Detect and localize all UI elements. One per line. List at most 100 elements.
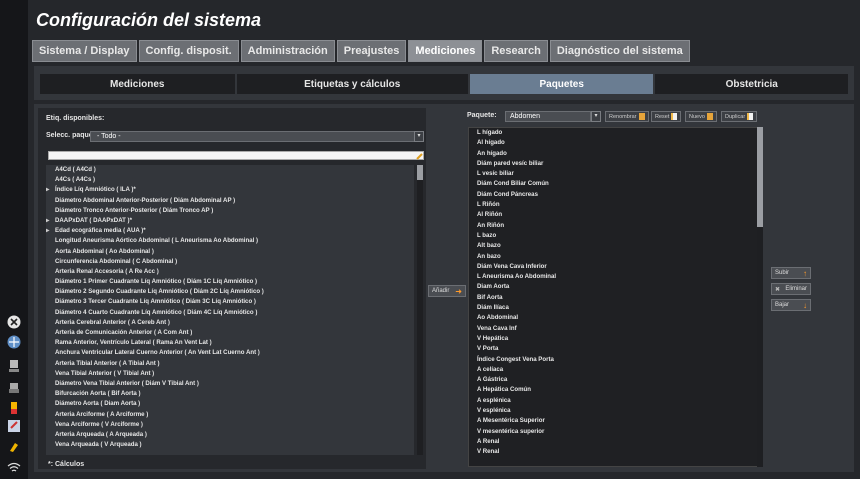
move-down-button[interactable]: Bajar ↓ — [771, 299, 811, 311]
list-item[interactable]: Ao Abdominal — [469, 313, 757, 323]
list-item[interactable]: Diámetro Tronco Anterior-Posterior ( Diá… — [46, 206, 414, 216]
list-item[interactable]: Alt bazo — [469, 241, 757, 251]
subtab-mediciones[interactable]: Mediciones — [40, 74, 235, 94]
new-button-label: Nuevo — [689, 113, 705, 120]
list-item[interactable]: Vena Tibial Anterior ( V Tibial Ant ) — [46, 369, 414, 379]
printer-icon[interactable] — [6, 380, 22, 396]
package-filter-select[interactable]: - Todo - — [90, 131, 415, 142]
list-item[interactable]: Diám Cond Páncreas — [469, 190, 757, 200]
list-item[interactable]: L bazo — [469, 231, 757, 241]
list-item[interactable]: A esplénica — [469, 396, 757, 406]
list-item[interactable]: Vena Cava Inf — [469, 324, 757, 334]
list-item[interactable]: Diám Vena Cava Inferior — [469, 262, 757, 272]
tab-sistema-display[interactable]: Sistema / Display — [32, 40, 137, 62]
tab-research[interactable]: Research — [484, 40, 548, 62]
new-button[interactable]: Nuevo — [685, 111, 717, 122]
left-scrollbar[interactable] — [417, 165, 423, 455]
list-item[interactable]: A celíaca — [469, 365, 757, 375]
tab-config-disposit[interactable]: Config. disposit. — [138, 40, 239, 62]
list-item[interactable]: Arteria Renal Accesoria ( A Re Acc ) — [46, 267, 414, 277]
subtab-bar: Mediciones Etiquetas y cálculos Paquetes… — [34, 66, 854, 100]
list-item[interactable]: An bazo — [469, 252, 757, 262]
list-item[interactable]: V mesentérica superior — [469, 427, 757, 437]
left-scroll-thumb[interactable] — [417, 165, 423, 180]
list-item[interactable]: Arteria de Comunicación Anterior ( A Com… — [46, 328, 414, 338]
add-button[interactable]: Añadir ➜ — [428, 285, 466, 297]
list-item[interactable]: Diámetro Vena Tibial Anterior ( Diám V T… — [46, 379, 414, 389]
list-item[interactable]: An Riñón — [469, 221, 757, 231]
network-icon[interactable] — [6, 334, 22, 350]
list-item[interactable]: Circunferencia Abdominal ( C Abdominal ) — [46, 257, 414, 267]
list-item[interactable]: A4Cd ( A4Cd ) — [46, 165, 414, 175]
list-item[interactable]: Diám Cond Biliar Común — [469, 179, 757, 189]
user-icon[interactable] — [6, 358, 22, 374]
list-item[interactable]: Arteria Arciforme ( A Arciforme ) — [46, 410, 414, 420]
list-item[interactable]: Arteria Tibial Anterior ( A Tibial Ant ) — [46, 359, 414, 369]
list-item[interactable]: Rama Anterior, Ventrículo Lateral ( Rama… — [46, 338, 414, 348]
close-icon[interactable] — [6, 314, 22, 330]
list-item[interactable]: Diámetro 3 Tercer Cuadrante Líq Amniótic… — [46, 297, 414, 307]
list-item[interactable]: Diámetro 4 Cuarto Cuadrante Líq Amniótic… — [46, 308, 414, 318]
list-item[interactable]: Arteria Cerebral Anterior ( A Cereb Ant … — [46, 318, 414, 328]
list-item[interactable]: Índice Congest Vena Porta — [469, 355, 757, 365]
brush-icon[interactable] — [6, 438, 22, 454]
list-item[interactable]: L Aneurisma Ao Abdominal — [469, 272, 757, 282]
duplicate-button[interactable]: Duplicar — [721, 111, 758, 122]
tab-mediciones[interactable]: Mediciones — [408, 40, 483, 62]
right-scroll-thumb[interactable] — [757, 127, 763, 227]
chevron-down-icon[interactable]: ▾ — [591, 111, 601, 122]
list-item[interactable]: A Mesentérica Superior — [469, 416, 757, 426]
tab-preajustes[interactable]: Preajustes — [336, 40, 407, 62]
list-item[interactable]: A Gástrica — [469, 375, 757, 385]
export-icon[interactable] — [6, 418, 22, 434]
list-item[interactable]: Diam Aorta — [469, 282, 757, 292]
list-item[interactable]: Anchura Ventricular Lateral Cuerno Anter… — [46, 348, 414, 358]
list-item[interactable]: Aorta Abdominal ( Ao Abdominal ) — [46, 247, 414, 257]
list-item[interactable]: Edad ecográfica media ( AUA )* — [46, 226, 414, 236]
chevron-down-icon[interactable]: ▾ — [414, 131, 424, 142]
list-item[interactable]: Diám pared vesíc biliar — [469, 159, 757, 169]
list-item[interactable]: A Hepática Común — [469, 385, 757, 395]
list-item[interactable]: Índice Líq Amniótico ( ILA )* — [46, 185, 414, 195]
list-item[interactable]: L vesíc biliar — [469, 169, 757, 179]
list-item[interactable]: V Porta — [469, 344, 757, 354]
list-item[interactable]: L hígado — [469, 128, 757, 138]
tab-diagnostico[interactable]: Diagnóstico del sistema — [549, 40, 690, 62]
list-item[interactable]: Bif Aorta — [469, 293, 757, 303]
move-up-button[interactable]: Subir ↑ — [771, 267, 811, 279]
list-item[interactable]: Arteria Arqueada ( A Arqueada ) — [46, 430, 414, 440]
subtab-paquetes[interactable]: Paquetes — [469, 74, 654, 94]
tab-administracion[interactable]: Administración — [240, 40, 335, 62]
subtab-etiquetas[interactable]: Etiquetas y cálculos — [236, 74, 468, 94]
list-item[interactable]: Diámetro Aorta ( Diam Aorta ) — [46, 399, 414, 409]
list-item[interactable]: A Renal — [469, 437, 757, 447]
list-item[interactable]: V Hepática — [469, 334, 757, 344]
rename-button[interactable]: Renombrar — [605, 111, 649, 122]
list-item[interactable]: Diámetro 2 Segundo Cuadrante Líq Amnióti… — [46, 287, 414, 297]
package-select[interactable]: Abdomen — [505, 111, 591, 122]
list-item[interactable]: V Renal — [469, 447, 757, 457]
list-item[interactable]: A4Cs ( A4Cs ) — [46, 175, 414, 185]
move-down-label: Bajar — [775, 302, 790, 308]
list-item[interactable]: Vena Arqueada ( V Arqueada ) — [46, 440, 414, 450]
list-item[interactable]: DAAPxDAT ( DAAPxDAT )* — [46, 216, 414, 226]
list-item[interactable]: Bifurcación Aorta ( Bif Aorta ) — [46, 389, 414, 399]
reset-button[interactable]: Reset — [651, 111, 682, 122]
list-item[interactable]: Al Riñón — [469, 210, 757, 220]
available-labels-list[interactable]: A4Cd ( A4Cd )A4Cs ( A4Cs )Índice Líq Amn… — [46, 165, 414, 455]
list-item[interactable]: Al hígado — [469, 138, 757, 148]
list-item[interactable]: Vena Arciforme ( V Arciforme ) — [46, 420, 414, 430]
delete-button[interactable]: ✖ Eliminar — [771, 283, 811, 295]
search-input[interactable] — [48, 151, 424, 160]
list-item[interactable]: Diámetro Abdominal Anterior-Posterior ( … — [46, 196, 414, 206]
list-item[interactable]: Longitud Aneurisma Aórtico Abdominal ( L… — [46, 236, 414, 246]
list-item[interactable]: V esplénica — [469, 406, 757, 416]
list-item[interactable]: Diám Ilíaca — [469, 303, 757, 313]
search-icon[interactable] — [416, 152, 424, 160]
list-item[interactable]: Diámetro 1 Primer Cuadrante Líq Amniótic… — [46, 277, 414, 287]
list-item[interactable]: L Riñón — [469, 200, 757, 210]
list-item[interactable]: An hígado — [469, 149, 757, 159]
package-labels-list[interactable]: L hígado Al hígado An hígado Diám pared ves… — [468, 127, 758, 467]
subtab-obstetricia[interactable]: Obstetricia — [655, 74, 848, 94]
right-scrollbar[interactable] — [757, 127, 763, 467]
